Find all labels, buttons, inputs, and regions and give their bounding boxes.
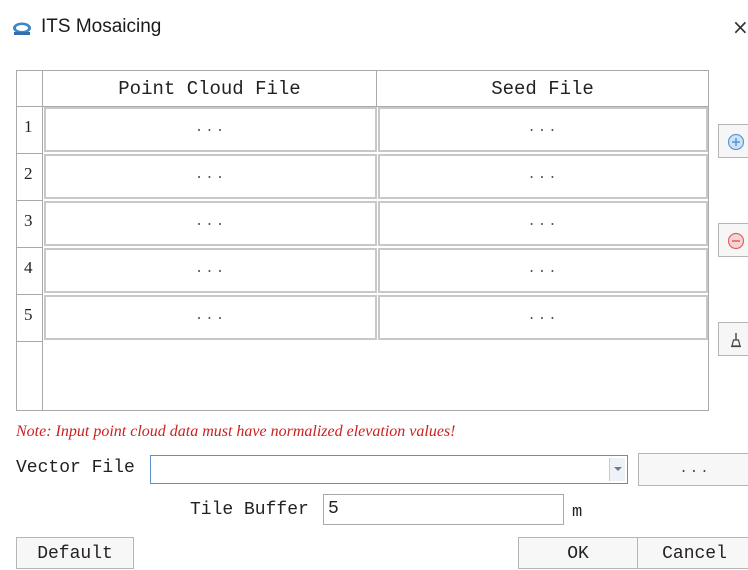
point-cloud-cell[interactable]: ...: [44, 248, 377, 293]
window-title: ITS Mosaicing: [41, 16, 162, 37]
normalization-note: Note: Input point cloud data must have n…: [16, 423, 456, 440]
clear-rows-button[interactable]: [718, 322, 748, 356]
vector-file-combobox[interactable]: [150, 455, 628, 484]
table-corner: [17, 71, 43, 107]
point-cloud-cell[interactable]: ...: [44, 201, 377, 246]
column-header-point-cloud[interactable]: Point Cloud File: [43, 71, 377, 107]
title-bar: ITS Mosaicing ×: [0, 0, 748, 56]
remove-row-button[interactable]: [718, 223, 748, 257]
seed-file-cell[interactable]: ...: [378, 154, 708, 199]
row-number[interactable]: 2: [17, 154, 43, 201]
point-cloud-cell[interactable]: ...: [44, 295, 377, 340]
chevron-down-icon[interactable]: [609, 458, 625, 481]
ok-button[interactable]: OK: [518, 537, 638, 569]
seed-file-cell[interactable]: ...: [378, 248, 708, 293]
plus-circle-icon: [727, 133, 745, 151]
default-button[interactable]: Default: [16, 537, 134, 569]
row-number[interactable]: 3: [17, 201, 43, 248]
tile-buffer-label: Tile Buffer: [190, 500, 309, 520]
broom-icon: [731, 333, 741, 348]
row-number[interactable]: 5: [17, 295, 43, 342]
column-header-seed-file[interactable]: Seed File: [377, 71, 708, 107]
point-cloud-cell[interactable]: ...: [44, 107, 377, 152]
seed-file-cell[interactable]: ...: [378, 107, 708, 152]
point-cloud-cell[interactable]: ...: [44, 154, 377, 199]
vector-file-label: Vector File: [16, 458, 135, 478]
row-number[interactable]: 4: [17, 248, 43, 295]
seed-file-cell[interactable]: ...: [378, 295, 708, 340]
add-row-button[interactable]: [718, 124, 748, 158]
close-button[interactable]: ×: [732, 14, 748, 40]
minus-circle-icon: [727, 232, 745, 250]
tile-buffer-unit: m: [572, 503, 583, 522]
row-number[interactable]: 1: [17, 107, 43, 154]
seed-file-cell[interactable]: ...: [378, 201, 708, 246]
app-logo-icon: [13, 22, 31, 35]
file-table: Point Cloud File Seed File 1 ... ... 2 .…: [16, 70, 709, 411]
cancel-button[interactable]: Cancel: [637, 537, 748, 569]
tile-buffer-input[interactable]: 5: [323, 494, 564, 525]
browse-vector-file-button[interactable]: ...: [638, 453, 748, 486]
